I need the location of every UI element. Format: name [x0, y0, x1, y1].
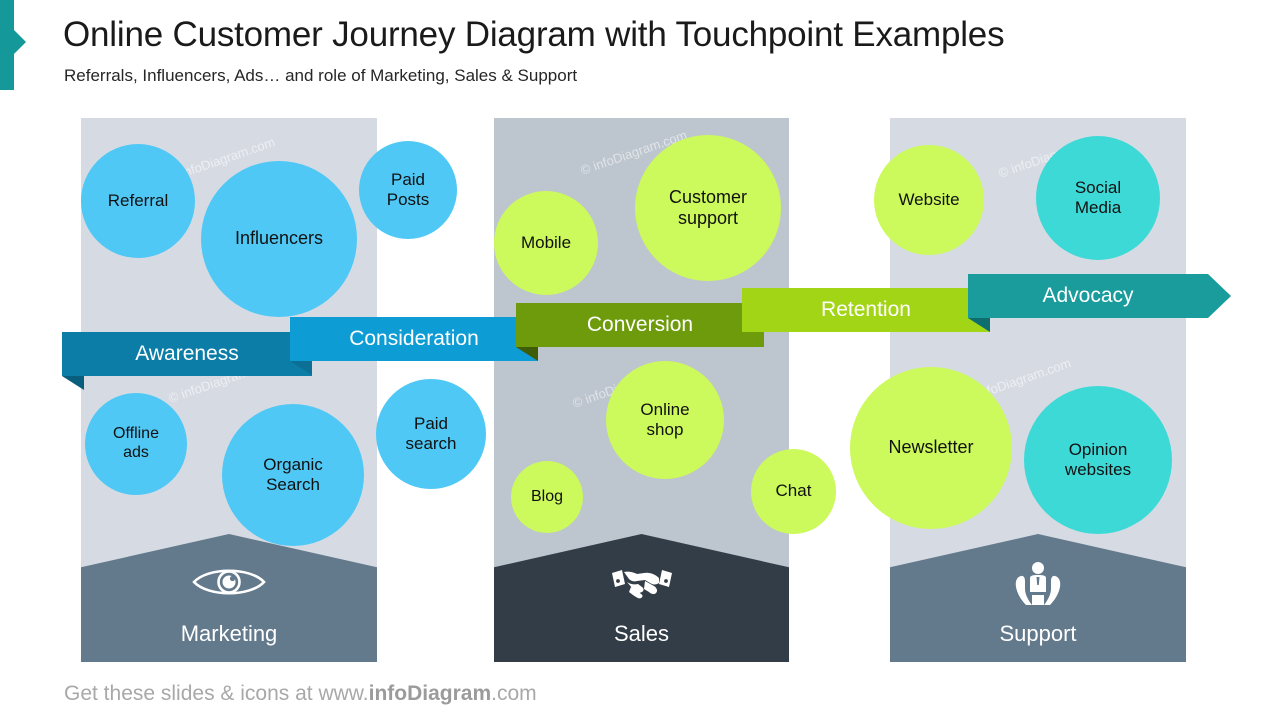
column-footer-label: Marketing [180, 621, 278, 646]
stage-ribbon-consideration[interactable]: Consideration [290, 317, 538, 375]
ribbon-fold [62, 376, 84, 390]
column-footer-label: Sales [613, 621, 670, 646]
touchpoint-customer-support[interactable]: Customer support [635, 135, 781, 281]
stage-ribbon-advocacy[interactable]: Advocacy [968, 274, 1231, 332]
ribbon-fold [968, 318, 990, 332]
touchpoint-offline-ads[interactable]: Offline ads [85, 393, 187, 495]
touchpoint-website[interactable]: Website [874, 145, 984, 255]
footer-credit: Get these slides & icons at www.infoDiag… [64, 682, 537, 706]
touchpoint-paid-posts[interactable]: Paid Posts [359, 141, 457, 239]
column-footer-label: Support [999, 621, 1077, 646]
eye-icon [81, 560, 377, 609]
footer-credit-prefix: Get these slides & icons at www. [64, 682, 369, 705]
stage-ribbon-retention[interactable]: Retention [742, 288, 990, 346]
touchpoint-referral[interactable]: Referral [81, 144, 195, 258]
stage-ribbon-label: Conversion [586, 313, 694, 336]
stage-ribbon-label: Awareness [135, 342, 239, 365]
stage-ribbon-label: Advocacy [1042, 284, 1134, 307]
handshake-icon [494, 560, 789, 609]
stage-ribbon-label: Consideration [349, 327, 479, 350]
ribbon-fold [516, 347, 538, 361]
touchpoint-newsletter[interactable]: Newsletter [850, 367, 1012, 529]
stage-ribbon-awareness[interactable]: Awareness [62, 332, 312, 390]
touchpoint-social-media[interactable]: Social Media [1036, 136, 1160, 260]
diagram-canvas: Marketing Sales Support © infoDiagram.co… [0, 0, 1280, 720]
touchpoint-blog[interactable]: Blog [511, 461, 583, 533]
footer-credit-suffix: .com [491, 682, 537, 705]
touchpoint-online-shop[interactable]: Online shop [606, 361, 724, 479]
footer-credit-brand: infoDiagram [368, 682, 492, 705]
ribbon-fold [742, 332, 764, 346]
touchpoint-opinion-websites[interactable]: Opinion websites [1024, 386, 1172, 534]
hands-holding-person-icon [890, 560, 1186, 615]
ribbon-fold [290, 361, 312, 375]
stage-ribbon-label: Retention [821, 298, 911, 321]
ribbon-arrow-icon [1208, 274, 1231, 318]
touchpoint-chat[interactable]: Chat [751, 449, 836, 534]
touchpoint-paid-search[interactable]: Paid search [376, 379, 486, 489]
touchpoint-influencers[interactable]: Influencers [201, 161, 357, 317]
touchpoint-organic-search[interactable]: Organic Search [222, 404, 364, 546]
stage-ribbon-conversion[interactable]: Conversion [516, 303, 764, 361]
touchpoint-mobile[interactable]: Mobile [494, 191, 598, 295]
